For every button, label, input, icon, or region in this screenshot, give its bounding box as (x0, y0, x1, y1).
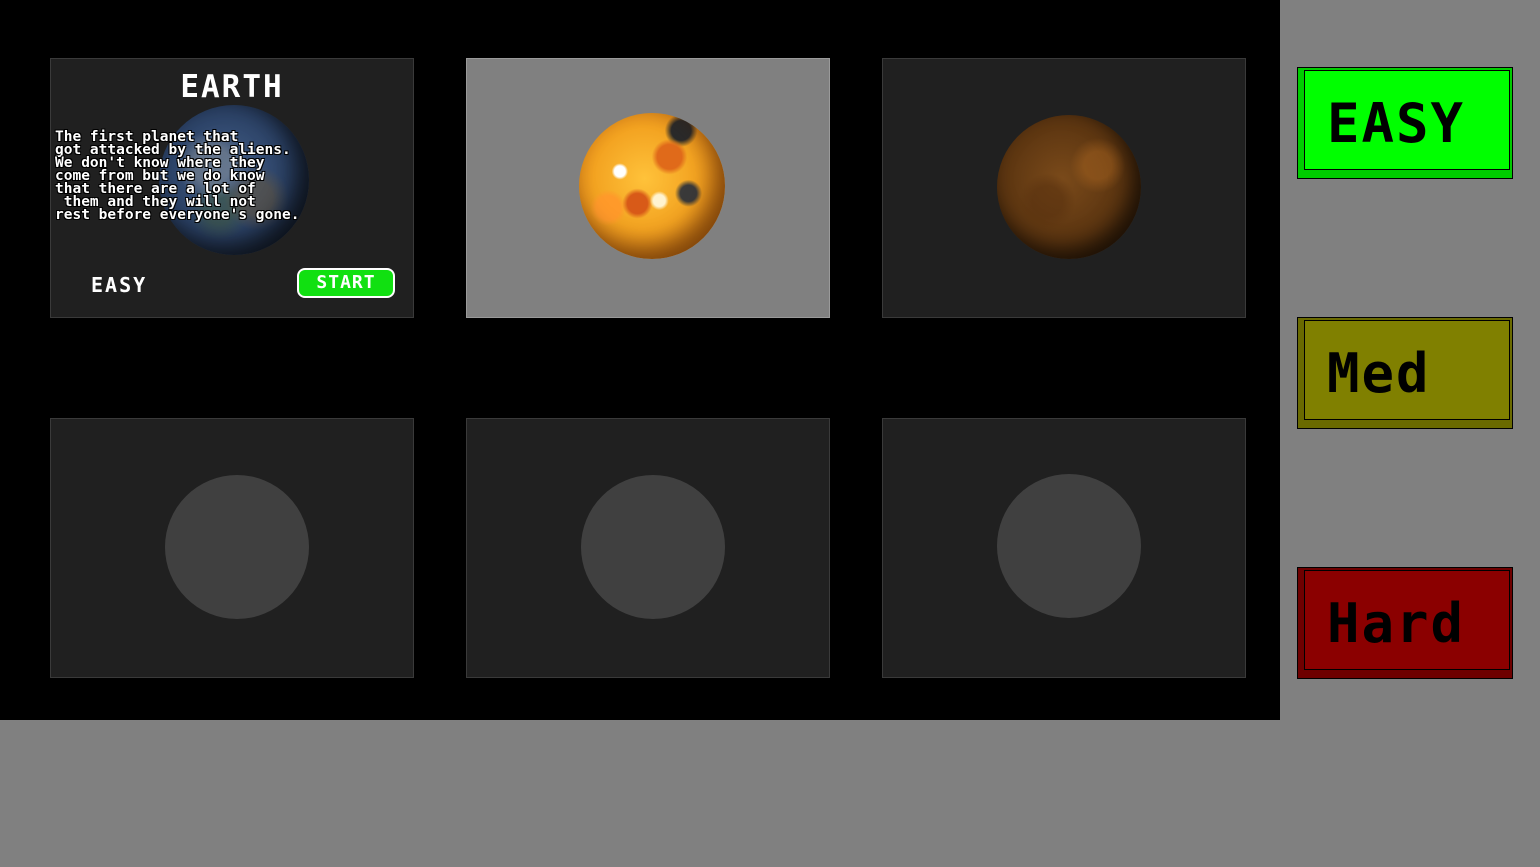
hard-button-label: Hard (1327, 592, 1466, 655)
level-difficulty-label: EASY (91, 273, 148, 297)
level-card-locked-6[interactable] (882, 418, 1246, 678)
med-difficulty-button[interactable]: Med (1297, 317, 1513, 429)
level-card-brown-planet[interactable] (882, 58, 1246, 318)
med-button-label: Med (1327, 342, 1431, 405)
description-line: rest before everyone's gone. (55, 207, 300, 223)
brown-planet-icon (997, 115, 1141, 259)
locked-planet-icon (997, 474, 1141, 618)
level-title: EARTH (180, 69, 284, 105)
level-card-locked-4[interactable] (50, 418, 414, 678)
level-card-earth[interactable]: EARTH The first planet that got attacked … (50, 58, 414, 318)
level-select-stage: EARTH The first planet that got attacked … (0, 0, 1280, 720)
med-button-face: Med (1304, 320, 1510, 420)
easy-button-label: EASY (1327, 92, 1466, 155)
locked-planet-icon (581, 475, 725, 619)
level-description: The first planet that got attacked by the… (55, 130, 413, 223)
hard-difficulty-button[interactable]: Hard (1297, 567, 1513, 679)
mars-icon (579, 113, 725, 259)
hard-button-face: Hard (1304, 570, 1510, 670)
easy-button-face: EASY (1304, 70, 1510, 170)
start-button[interactable]: START (297, 268, 395, 298)
easy-difficulty-button[interactable]: EASY (1297, 67, 1513, 179)
level-card-locked-5[interactable] (466, 418, 830, 678)
locked-planet-icon (165, 475, 309, 619)
level-card-mars[interactable] (466, 58, 830, 318)
